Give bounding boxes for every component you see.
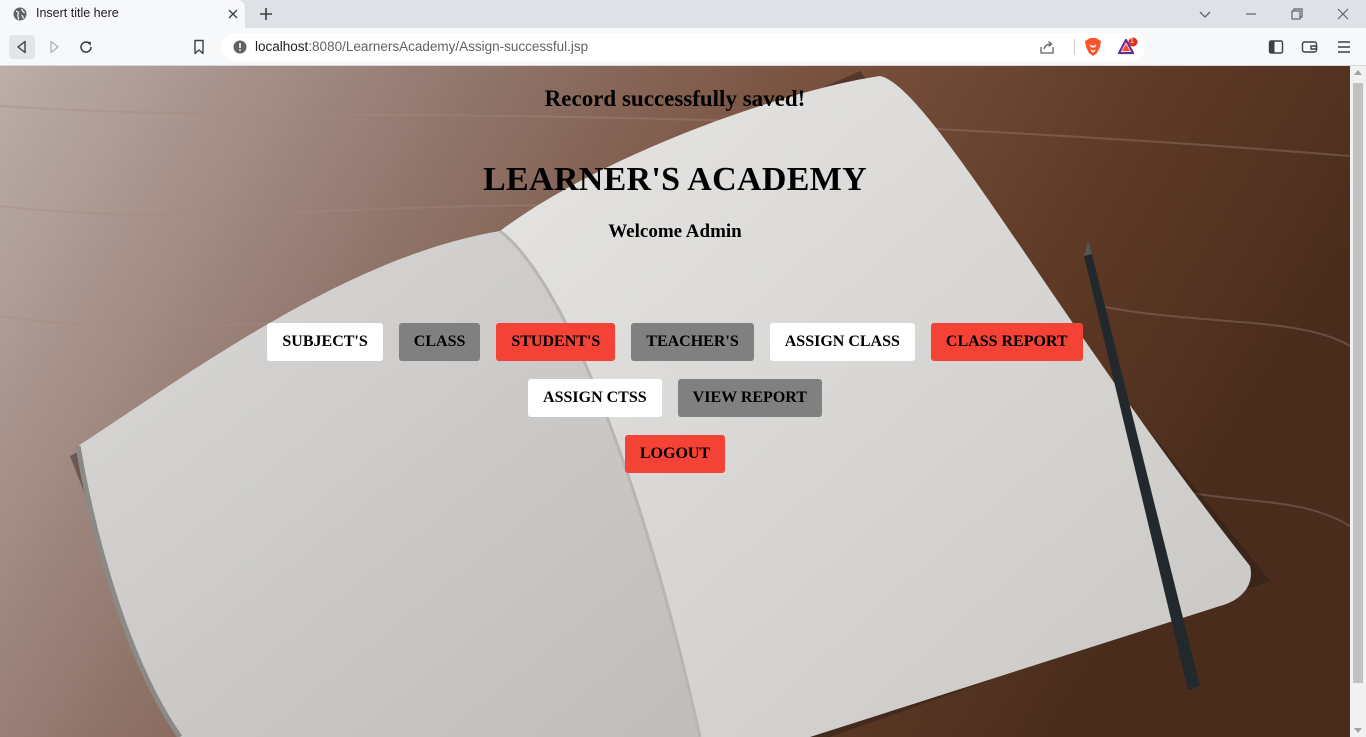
page-content: Record successfully saved! LEARNER'S ACA… [0,66,1350,737]
page-title: LEARNER'S ACADEMY [483,161,867,198]
browser-toolbar: localhost:8080/LearnersAcademy/Assign-su… [0,28,1366,66]
share-icon[interactable] [1039,39,1055,55]
globe-icon [13,7,27,21]
nav-row-3: LOGOUT [0,435,1350,473]
url-host: localhost [255,39,309,54]
chevron-down-icon[interactable] [1197,6,1213,22]
scroll-up-arrow-icon[interactable] [1354,70,1362,75]
address-bar[interactable]: localhost:8080/LearnersAcademy/Assign-su… [221,33,1145,61]
triangle-rewards-icon[interactable] [1117,37,1139,57]
tab-strip: Insert title here [0,0,1366,28]
class-report-button[interactable]: CLASS REPORT [930,323,1083,361]
assign-ctss-button[interactable]: ASSIGN CTSS [528,379,662,417]
nav-row-2: ASSIGN CTSS VIEW REPORT [0,379,1350,417]
sidebar-icon[interactable] [1268,39,1284,55]
scroll-down-arrow-icon[interactable] [1354,728,1362,733]
forward-button[interactable] [41,35,67,59]
back-arrow-icon [17,40,26,54]
rewards-badge-count: 1 [1130,38,1134,45]
url-text: localhost:8080/LearnersAcademy/Assign-su… [255,39,588,54]
teachers-button[interactable]: TEACHER'S [631,323,754,361]
url-path: :8080/LearnersAcademy/Assign-successful.… [308,39,589,54]
nav-row-1: SUBJECT'S CLASS STUDENT'S TEACHER'S ASSI… [0,323,1350,361]
plus-icon[interactable] [257,5,275,23]
wallet-icon[interactable] [1301,39,1318,55]
minimize-icon[interactable] [1243,6,1259,22]
tab-title: Insert title here [36,6,119,20]
window-close-icon[interactable] [1335,6,1351,22]
bookmark-icon [194,39,204,55]
status-message: Record successfully saved! [544,86,806,111]
view-report-button[interactable]: VIEW REPORT [677,379,822,417]
scroll-thumb[interactable] [1353,83,1363,683]
bookmark-button[interactable] [190,35,208,59]
forward-arrow-icon [50,40,59,54]
page-scrollbar[interactable] [1350,66,1366,737]
students-button[interactable]: STUDENT'S [496,323,616,361]
assign-class-button[interactable]: ASSIGN CLASS [769,323,915,361]
brave-lion-icon[interactable] [1084,37,1102,57]
hamburger-menu-icon[interactable] [1337,39,1351,55]
close-icon[interactable] [225,6,241,22]
welcome-text: Welcome Admin [608,221,742,242]
page-viewport: Record successfully saved! LEARNER'S ACA… [0,66,1350,737]
restore-icon[interactable] [1289,6,1305,22]
class-button[interactable]: CLASS [398,323,481,361]
reload-button[interactable] [73,35,99,59]
omnibox-divider [1074,39,1075,55]
browser-tab[interactable]: Insert title here [0,0,245,28]
info-icon[interactable] [233,40,247,54]
logout-button[interactable]: LOGOUT [624,435,726,473]
back-button[interactable] [9,35,35,59]
reload-icon [80,41,92,53]
subjects-button[interactable]: SUBJECT'S [267,323,383,361]
